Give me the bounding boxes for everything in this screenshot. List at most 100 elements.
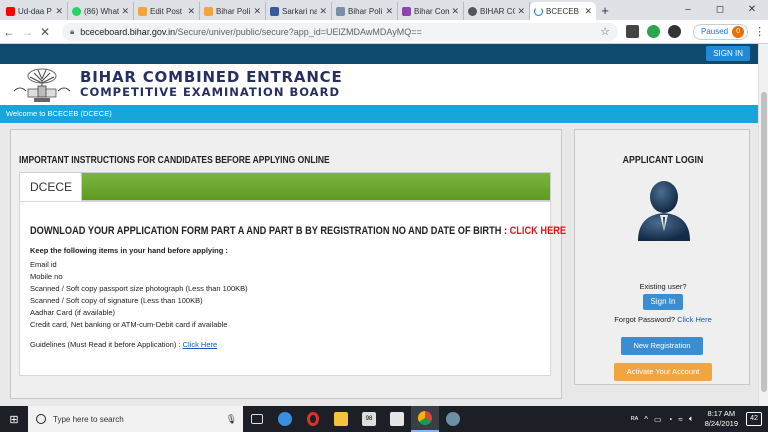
sign-in-button[interactable]: Sign In: [643, 294, 683, 310]
blogger-icon: [204, 6, 213, 16]
file-explorer-icon[interactable]: [327, 406, 355, 432]
taskbar-clock[interactable]: 8:17 AM 8/24/2019: [705, 409, 738, 429]
site-header: BIHAR COMBINED ENTRANCE COMPETITIVE EXAM…: [0, 64, 758, 105]
browser-tab[interactable]: (86) What ✕: [68, 2, 134, 20]
browser-tab[interactable]: Ud-daa P ✕: [2, 2, 68, 20]
page-scrollbar[interactable]: [758, 44, 768, 406]
chrome-taskbar-icon[interactable]: [411, 406, 439, 432]
instructions-content: DOWNLOAD YOUR APPLICATION FORM PART A AN…: [19, 201, 566, 376]
close-tab-icon[interactable]: ✕: [517, 6, 525, 17]
browser-tab[interactable]: Bihar Poli ✕: [200, 2, 266, 20]
bookmark-star-icon[interactable]: ☆: [600, 25, 610, 38]
show-hidden-icons[interactable]: ^: [644, 415, 648, 424]
list-item: Credit card, Net banking or ATM-cum-Debi…: [30, 320, 228, 329]
paused-label: Paused: [701, 27, 729, 36]
list-item: Mobile no: [30, 272, 63, 281]
instructions-panel: IMPORTANT INSTRUCTIONS FOR CANDIDATES BE…: [10, 129, 566, 399]
gmail-extension-icon[interactable]: [626, 25, 639, 38]
close-tab-icon[interactable]: ✕: [55, 6, 63, 17]
browser-tab[interactable]: Bihar Com ✕: [398, 2, 464, 20]
site-top-nav: SIGN IN: [0, 44, 758, 64]
close-tab-icon[interactable]: ✕: [584, 6, 592, 17]
new-registration-button[interactable]: New Registration: [621, 337, 703, 355]
cortana-circle-icon: [36, 414, 46, 424]
volume-icon[interactable]: 🔈︎: [689, 414, 694, 424]
extension-green-icon[interactable]: [647, 25, 660, 38]
profile-paused-button[interactable]: Paused 0: [693, 23, 749, 40]
maximize-button[interactable]: ◻: [704, 0, 736, 20]
site-favicon-icon: [336, 6, 345, 16]
opera-icon[interactable]: [299, 406, 327, 432]
exam-tab-bar: DCECE: [19, 172, 551, 202]
site-favicon-icon: [402, 6, 411, 16]
browser-tab-active[interactable]: BCECEB ✕: [530, 2, 596, 20]
download-click-here-link[interactable]: CLICK HERE: [510, 225, 566, 237]
whatsapp-icon: [72, 6, 81, 16]
login-title: APPLICANT LOGIN: [622, 155, 704, 166]
new-tab-button[interactable]: +: [596, 2, 614, 20]
store-icon[interactable]: [383, 406, 411, 432]
close-tab-icon[interactable]: ✕: [253, 6, 261, 17]
task-view-icon[interactable]: [243, 406, 271, 432]
wifi-icon[interactable]: ≈: [678, 415, 682, 424]
user-avatar-icon: [638, 181, 690, 241]
extension-dark-icon[interactable]: [668, 25, 681, 38]
browser-tab[interactable]: Edit Post ✕: [134, 2, 200, 20]
battery-icon[interactable]: ▭: [654, 415, 662, 424]
taskbar-search-placeholder: Type here to search: [53, 414, 124, 424]
notification-center-icon[interactable]: 42: [746, 412, 762, 426]
list-item: Scanned / Soft copy of signature (Less t…: [30, 296, 203, 305]
lock-icon: 🔒︎: [70, 26, 75, 36]
window-controls: – ◻ ✕: [672, 0, 768, 20]
store-badge-icon[interactable]: 98: [355, 406, 383, 432]
windows-start-icon[interactable]: ⊞: [0, 413, 28, 426]
people-icon[interactable]: ᴿᴬ: [631, 415, 638, 424]
close-tab-icon[interactable]: ✕: [319, 6, 327, 17]
list-item: Email id: [30, 260, 57, 269]
board-title-line2: COMPETITIVE EXAMINATION BOARD: [80, 85, 340, 99]
activate-account-button[interactable]: Activate Your Account: [614, 363, 712, 381]
browser-tab[interactable]: Bihar Poli ✕: [332, 2, 398, 20]
browser-tab[interactable]: BIHAR CO ✕: [464, 2, 530, 20]
top-signin-button[interactable]: SIGN IN: [706, 46, 750, 61]
list-item: Scanned / Soft copy passport size photog…: [30, 284, 248, 293]
address-bar[interactable]: 🔒︎ bceceboard.bihar.gov.in/Secure/univer…: [62, 22, 618, 41]
scrollbar-thumb[interactable]: [761, 92, 767, 392]
app-icon[interactable]: [439, 406, 467, 432]
guidelines-click-here-link[interactable]: Click Here: [183, 340, 218, 349]
close-tab-icon[interactable]: ✕: [187, 6, 195, 17]
applicant-login-panel: APPLICANT LOGIN Existing user? Sign In F…: [574, 129, 750, 385]
forgot-password-link[interactable]: Click Here: [677, 315, 712, 324]
web-page: SIGN IN BIHAR COMBINED ENTRANCE COMPETIT…: [0, 44, 758, 406]
close-tab-icon[interactable]: ✕: [451, 6, 459, 17]
loading-spinner-icon: [534, 6, 543, 16]
browser-menu-icon[interactable]: ⋮: [754, 25, 765, 38]
forgot-password-line: Forgot Password? Click Here: [575, 315, 751, 324]
microphone-icon[interactable]: 🎙︎: [226, 414, 237, 425]
required-items-list: Email id Mobile no Scanned / Soft copy p…: [30, 259, 248, 331]
bihar-emblem-logo: [13, 68, 71, 102]
stop-loading-button[interactable]: ✕: [36, 25, 54, 39]
url-path: /Secure/univer/public/secure?app_id=UElZ…: [175, 26, 422, 37]
welcome-marquee: Welcome to BCECEB (DCECE): [0, 105, 758, 123]
tab-dcece[interactable]: DCECE: [20, 173, 82, 202]
minimize-button[interactable]: –: [672, 0, 704, 20]
close-tab-icon[interactable]: ✕: [385, 6, 393, 17]
download-heading: DOWNLOAD YOUR APPLICATION FORM PART A AN…: [30, 225, 566, 237]
taskbar-search-box[interactable]: Type here to search 🎙︎: [28, 406, 243, 432]
profile-avatar: 0: [732, 25, 745, 38]
browser-tab-strip: Ud-daa P ✕ (86) What ✕ Edit Post ✕ Bihar Po…: [0, 0, 768, 20]
keep-items-label: Keep the following items in your hand be…: [30, 246, 228, 255]
forward-button[interactable]: →: [18, 25, 36, 39]
back-button[interactable]: ←: [0, 25, 18, 39]
download-text: DOWNLOAD YOUR APPLICATION FORM PART A AN…: [30, 225, 510, 237]
close-tab-icon[interactable]: ✕: [121, 6, 129, 17]
board-title: BIHAR COMBINED ENTRANCE COMPETITIVE EXAM…: [80, 69, 343, 99]
close-window-button[interactable]: ✕: [736, 0, 768, 20]
network-icon[interactable]: ◔: [668, 415, 673, 424]
forgot-password-label: Forgot Password?: [614, 315, 678, 324]
windows-taskbar: ⊞ Type here to search 🎙︎ 98 ᴿᴬ ^ ▭ ◔ ≈ 🔈…: [0, 406, 768, 432]
edge-icon[interactable]: [271, 406, 299, 432]
browser-tab[interactable]: Sarkari na ✕: [266, 2, 332, 20]
clock-time: 8:17 AM: [707, 409, 736, 418]
